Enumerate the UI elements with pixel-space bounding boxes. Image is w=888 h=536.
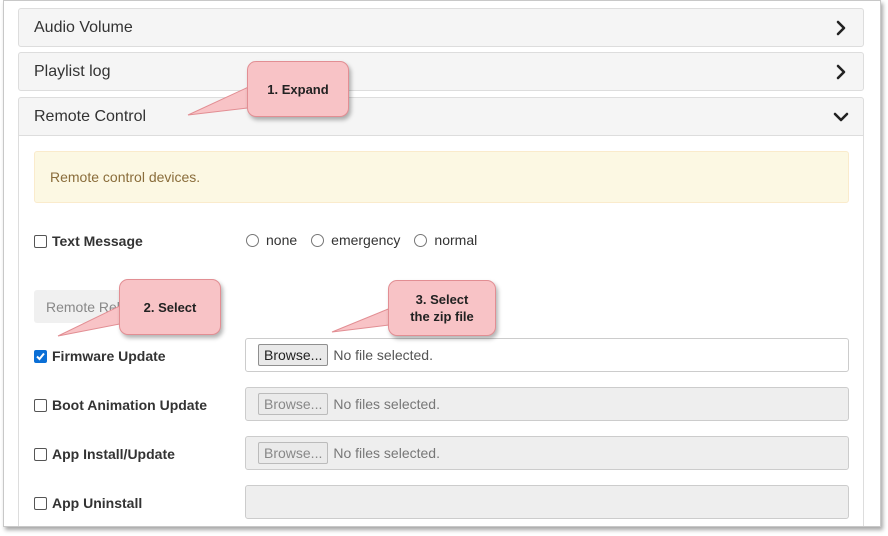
radio-normal[interactable]: normal [414, 232, 477, 248]
chevron-right-icon [836, 20, 846, 36]
app-install-file-input: Browse... No files selected. [245, 436, 849, 470]
radio-none[interactable]: none [246, 232, 297, 248]
boot-animation-file-status: No files selected. [333, 396, 440, 412]
remote-reboot-label: Remote Rel [46, 298, 120, 315]
panel-remote-control-title: Remote Control [34, 107, 147, 125]
radio-normal-label: normal [434, 232, 478, 248]
radio-none-label: none [266, 232, 298, 248]
callout-select-zip-line1: 3. Select [415, 292, 469, 307]
boot-animation-file-input: Browse... No files selected. [245, 387, 849, 421]
panel-audio-volume-title: Audio Volume [34, 18, 133, 36]
info-alert: Remote control devices. [34, 151, 849, 203]
boot-animation-label: Boot Animation Update [52, 397, 208, 413]
radio-none-circle[interactable] [246, 233, 259, 247]
app-uninstall-checkbox[interactable] [34, 496, 47, 510]
firmware-file-input[interactable]: Browse... No file selected. [245, 338, 849, 372]
boot-animation-option[interactable]: Boot Animation Update [34, 397, 207, 413]
chevron-right-icon [836, 64, 846, 80]
app-install-browse-button: Browse... [258, 442, 329, 464]
panel-playlist-log[interactable]: Playlist log [18, 52, 864, 91]
app-uninstall-input [245, 485, 849, 519]
panel-audio-volume[interactable]: Audio Volume [18, 8, 864, 47]
text-message-option[interactable]: Text Message [34, 233, 143, 249]
app-install-checkbox[interactable] [34, 447, 47, 461]
callout-expand-text: 1. Expand [267, 81, 329, 97]
callout-expand: 1. Expand [247, 61, 349, 117]
text-message-type-group: none emergency normal [246, 232, 491, 248]
panel-remote-control[interactable]: Remote Control [18, 97, 864, 136]
boot-animation-checkbox[interactable] [34, 398, 47, 412]
app-window: Audio Volume Playlist log Remote Control… [3, 0, 881, 527]
callout-select-text: 2. Select [143, 299, 197, 315]
app-uninstall-option[interactable]: App Uninstall [34, 495, 142, 511]
text-message-checkbox[interactable] [34, 234, 47, 248]
panel-playlist-log-title: Playlist log [34, 62, 111, 80]
app-uninstall-label: App Uninstall [52, 495, 143, 511]
radio-emergency-circle[interactable] [311, 233, 325, 247]
firmware-update-checkbox[interactable] [34, 349, 47, 363]
checkmark-icon [36, 352, 45, 360]
alert-text: Remote control devices. [50, 169, 201, 185]
callout-select: 2. Select [119, 279, 221, 335]
radio-emergency-label: emergency [331, 232, 401, 248]
text-message-label: Text Message [52, 233, 143, 249]
callout-select-zip: 3. Select the zip file [388, 280, 496, 336]
radio-normal-circle[interactable] [414, 233, 428, 247]
callout-select-zip-line2: the zip file [410, 309, 474, 324]
radio-emergency[interactable]: emergency [311, 232, 400, 248]
firmware-file-status: No file selected. [333, 347, 433, 363]
firmware-update-label: Firmware Update [52, 348, 166, 364]
chevron-down-icon [833, 112, 849, 122]
firmware-browse-button[interactable]: Browse... [258, 344, 329, 366]
boot-animation-browse-button: Browse... [258, 393, 329, 415]
app-install-file-status: No files selected. [333, 445, 440, 461]
app-install-label: App Install/Update [52, 446, 175, 462]
firmware-update-option[interactable]: Firmware Update [34, 348, 166, 364]
app-install-option[interactable]: App Install/Update [34, 446, 175, 462]
